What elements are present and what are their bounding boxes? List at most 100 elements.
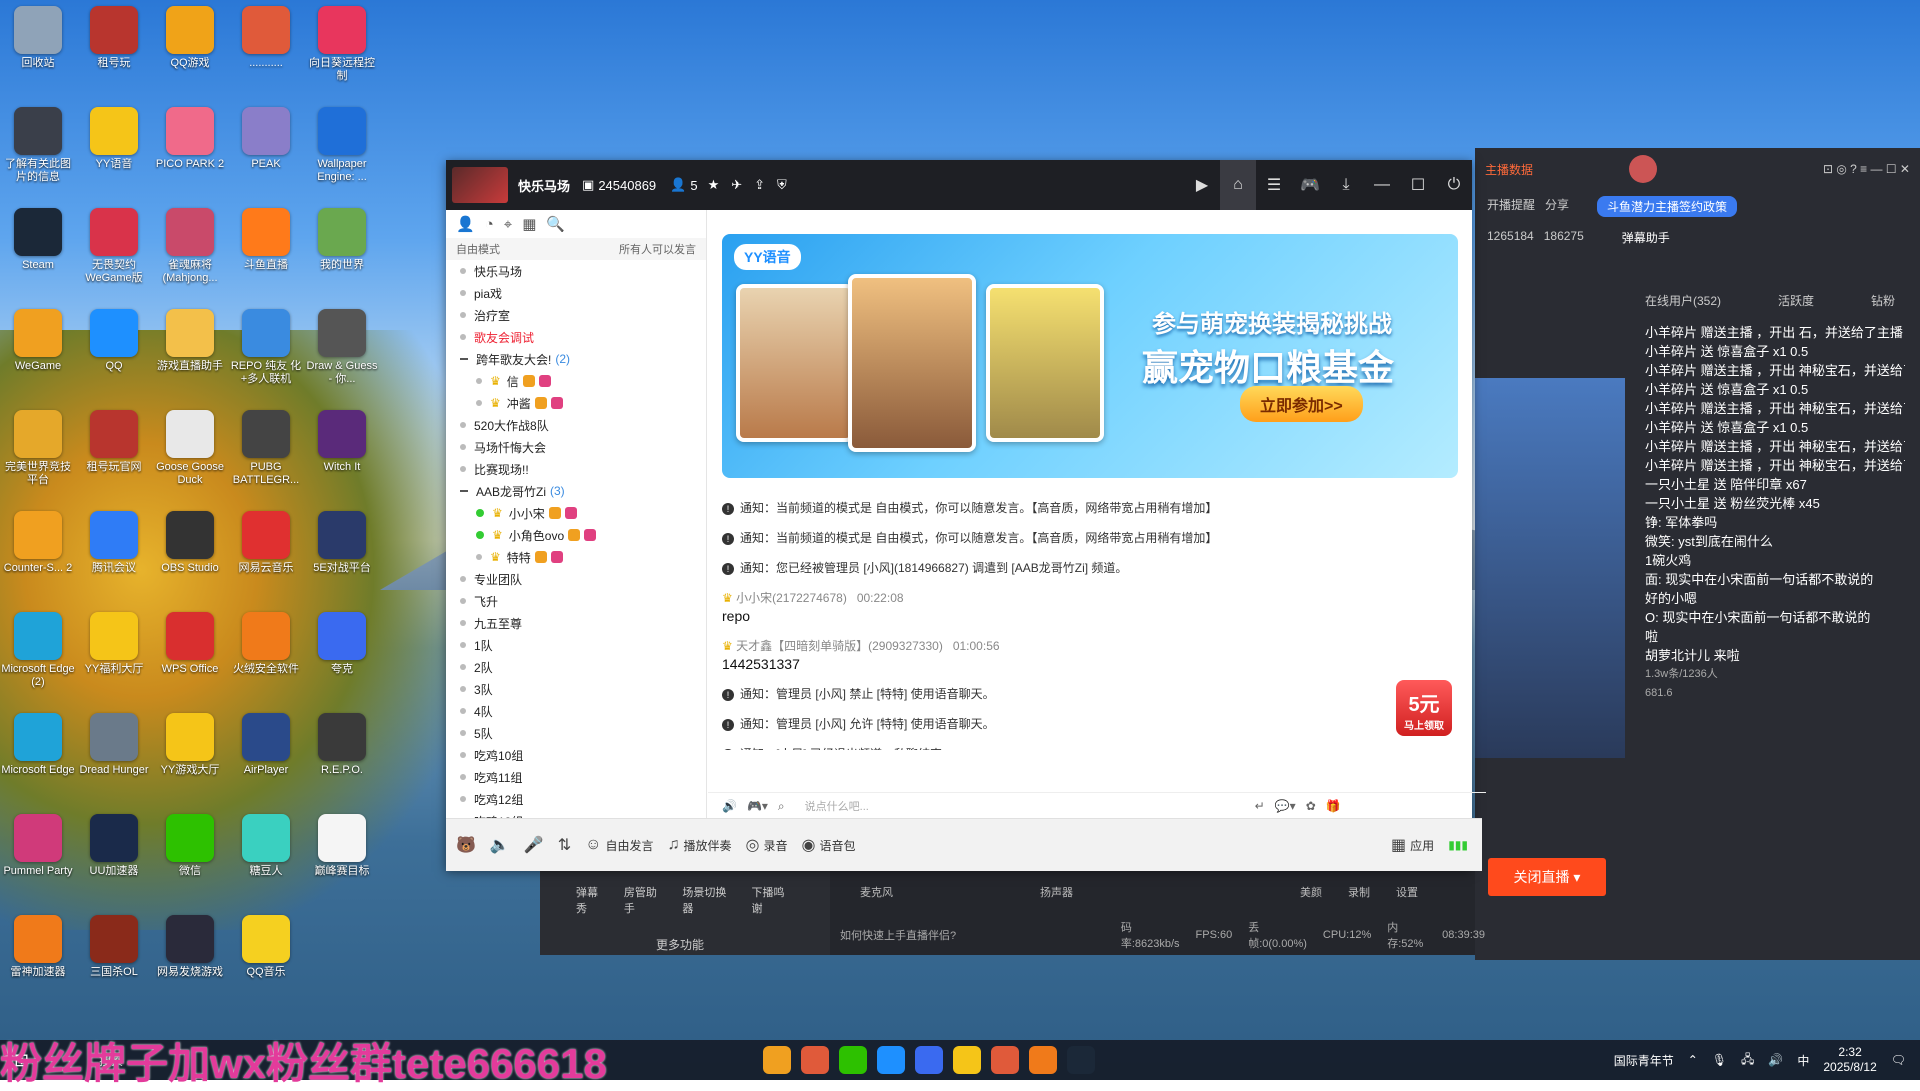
channel-item[interactable]: 治疗室 [446,304,706,326]
channel-item[interactable]: 比赛现场!! [446,458,706,480]
message-user[interactable]: 天才鑫【四暗刻单骑版】(2909327330) [736,639,943,653]
beauty-button[interactable]: 美颜 [1300,884,1348,900]
desktop-icon[interactable]: PUBG BATTLEGR... [228,404,304,489]
mic-icon[interactable]: 🎤 [524,835,544,855]
desktop-icon[interactable]: Draw & Guess - 你... [304,303,380,388]
promo-banner[interactable]: YY语音 参与萌宠换装揭秘挑战 赢宠物口粮基金 立即参加>> [722,234,1458,478]
taskbar-app-icon[interactable] [1067,1046,1096,1074]
record-audio-button[interactable]: ◎ 录音 [746,835,788,855]
desktop-icon[interactable]: Steam [0,202,76,287]
download-icon[interactable]: ⤓ [1328,160,1364,210]
message-input[interactable]: 说点什么吧... [805,798,1245,814]
volume-icon[interactable]: 🔊 [1768,1053,1783,1067]
share-button[interactable]: 分享 [1545,196,1569,217]
channel-item[interactable]: AAB龙哥竹Zi (3) [446,480,706,502]
member-icon[interactable]: 👤 [456,215,475,233]
channel-item[interactable]: pia戏 [446,282,706,304]
equalizer-icon[interactable]: ⇅ [558,835,571,855]
desktop-icon[interactable]: QQ游戏 [152,0,228,85]
mic-tray-icon[interactable]: 🎙 [1712,1053,1727,1067]
channel-item[interactable]: 专业团队 [446,568,706,590]
search-icon[interactable]: 🔍 [546,215,565,233]
desktop-icon[interactable]: 巅峰赛目标 [304,808,380,893]
taskbar-app-icon[interactable] [839,1046,868,1074]
stop-stream-button[interactable]: 关闭直播 ▾ [1488,858,1606,896]
desktop-icon[interactable]: WPS Office [152,606,228,691]
desktop-icon[interactable]: Witch It [304,404,380,489]
video-icon[interactable]: ▶ [1184,160,1220,210]
tool-item[interactable]: 下播鸣谢 [752,884,795,916]
desktop-icon[interactable]: Goose Goose Duck [152,404,228,489]
chat-bubble-icon[interactable]: 💬▾ [1275,799,1296,813]
channel-item[interactable]: ♛ 信 [446,370,706,392]
enter-icon[interactable]: ↵ [1255,799,1265,813]
tool-item[interactable]: 弹幕秀 [576,884,608,916]
desktop-icon[interactable]: OBS Studio [152,505,228,590]
location-icon[interactable]: ⌖ [504,216,512,233]
channel-item[interactable]: ♛ 冲酱 [446,392,706,414]
taskbar-app-icon[interactable] [991,1046,1020,1074]
desktop-icon[interactable]: 回收站 [0,0,76,85]
clock[interactable]: 2:32 2025/8/12 [1823,1045,1876,1075]
desktop-icon[interactable]: QQ音乐 [228,909,304,994]
voice-pack-button[interactable]: ◉ 语音包 [802,835,856,855]
channel-item[interactable]: 吃鸡10组 [446,744,706,766]
desktop-icon[interactable]: 火绒安全软件 [228,606,304,691]
desktop-icon[interactable]: 租号玩 [76,0,152,85]
desktop-icon[interactable]: YY语音 [76,101,152,186]
channel-item[interactable]: ♛ 小角色ovo [446,524,706,546]
gift-icon[interactable]: 🎁 [1326,799,1341,813]
taskbar-app-icon[interactable] [1029,1046,1058,1074]
desktop-icon[interactable]: Microsoft Edge [0,707,76,792]
yy-mascot-icon[interactable]: 🐻 [456,835,476,855]
channel-item[interactable]: 快乐马场 [446,260,706,282]
tab-diamond-fans[interactable]: 钻粉 [1871,292,1895,309]
desktop-icon[interactable]: 雷神加速器 [0,909,76,994]
host-data-button[interactable]: 主播数据 [1485,161,1533,178]
desktop-icon[interactable]: 糖豆人 [228,808,304,893]
tool-item[interactable]: 房管助手 [624,884,667,916]
channel-item[interactable]: 九五至尊 [446,612,706,634]
channel-item[interactable]: ♛ 小小宋 [446,502,706,524]
channel-item[interactable]: 吃鸡11组 [446,766,706,788]
gamepad-icon[interactable]: 🎮 [1292,160,1328,210]
desktop-icon[interactable]: Microsoft Edge (2) [0,606,76,691]
desktop-icon[interactable]: 夸克 [304,606,380,691]
desktop-icon[interactable]: PEAK [228,101,304,186]
channel-item[interactable]: 4队 [446,700,706,722]
share-icon[interactable]: ⇪ [754,177,765,193]
signup-banner[interactable]: 斗鱼潜力主播签约政策 [1597,196,1738,217]
speak-mode[interactable]: 自由模式 [456,241,500,257]
desktop-icon[interactable]: 微信 [152,808,228,893]
tab-activity[interactable]: 活跃度 [1778,292,1814,309]
host-avatar[interactable] [1629,155,1658,183]
desktop-icon[interactable]: 斗鱼直播 [228,202,304,287]
join-button[interactable]: 立即参加>> [1240,386,1363,422]
channel-item[interactable]: 2队 [446,656,706,678]
channel-item[interactable]: 1队 [446,634,706,656]
desktop-icon[interactable]: REPO 纯友 化+多人联机 [228,303,304,388]
mic-control[interactable]: 麦克风 [860,884,1040,900]
desktop-icon[interactable]: Counter-S... 2 [0,505,76,590]
tool-item[interactable]: 场景切换器 [682,884,735,916]
desktop-icon[interactable]: AirPlayer [228,707,304,792]
network-icon[interactable]: 🖧 [1741,1050,1754,1071]
star-icon[interactable]: ★ [708,177,720,193]
apps-button[interactable]: ▦ 应用 ▮▮▮ [1391,835,1468,855]
desktop-icon[interactable]: YY游戏大厅 [152,707,228,792]
home-icon[interactable]: ⌂ [1220,160,1256,210]
open-remind-button[interactable]: 开播提醒 [1487,196,1535,217]
taskbar-app-icon[interactable] [801,1046,830,1074]
desktop-icon[interactable]: PICO PARK 2 [152,101,228,186]
desktop-icon[interactable]: 完美世界竞技平台 [0,404,76,489]
desktop-icon[interactable]: WeGame [0,303,76,388]
desktop-icon[interactable]: 雀魂麻将 (Mahjong... [152,202,228,287]
channel-item[interactable]: 3队 [446,678,706,700]
plane-icon[interactable]: ✈ [731,177,742,193]
desktop-icon[interactable]: 无畏契约 WeGame版 [76,202,152,287]
taskbar-app-icon[interactable] [877,1046,906,1074]
record-button[interactable]: 录制 [1348,884,1396,900]
sound-icon[interactable]: 🔊 [722,799,737,813]
desktop-icon[interactable]: QQ [76,303,152,388]
desktop-icon[interactable]: 三国杀OL [76,909,152,994]
